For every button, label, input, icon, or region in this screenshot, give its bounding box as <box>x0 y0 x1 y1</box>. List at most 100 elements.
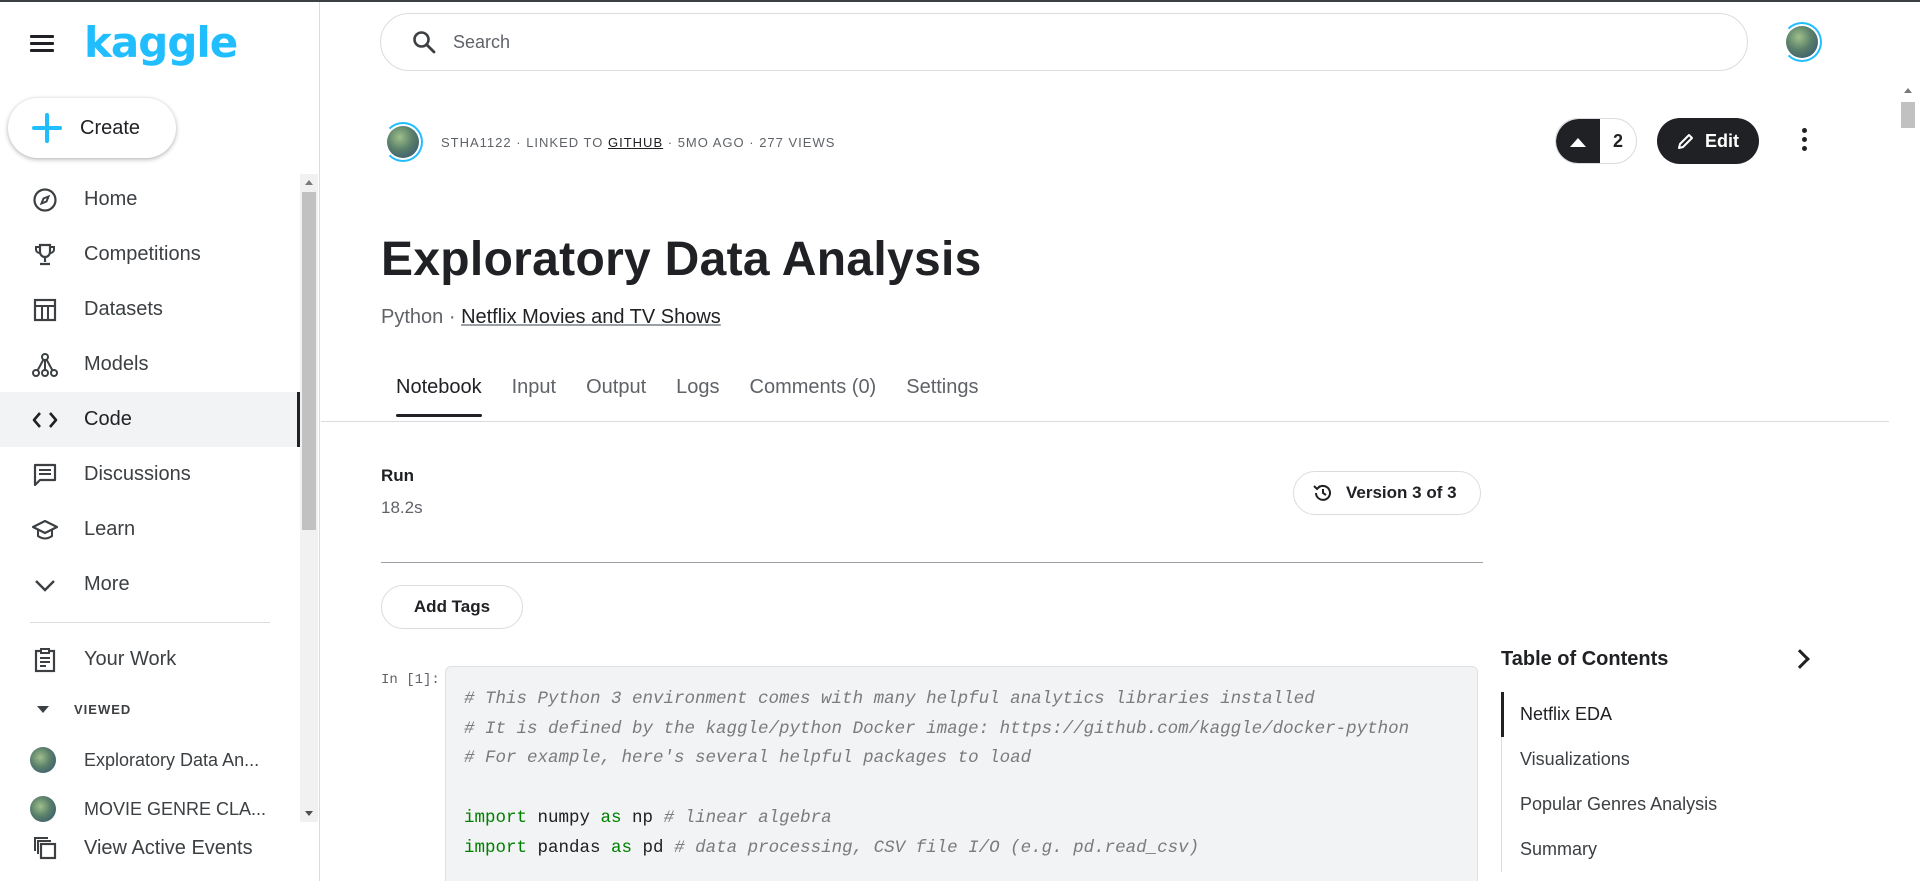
sidebar-item-label: View Active Events <box>84 836 253 859</box>
toc-item-popular-genres[interactable]: Popular Genres Analysis <box>1501 782 1801 827</box>
author-name[interactable]: STHA1122 <box>441 135 512 150</box>
sidebar-item-models[interactable]: Models <box>0 337 300 392</box>
arrow-up-icon <box>1570 137 1586 147</box>
viewed-item[interactable]: Exploratory Data An... <box>0 740 300 780</box>
sidebar-item-competitions[interactable]: Competitions <box>0 227 300 282</box>
tab-comments[interactable]: Comments (0) <box>735 376 877 417</box>
viewed-header: VIEWED <box>74 702 132 717</box>
user-avatar[interactable] <box>1782 22 1822 62</box>
tab-logs[interactable]: Logs <box>661 376 719 417</box>
table-icon <box>30 295 60 325</box>
sidebar-item-home[interactable]: Home <box>0 172 300 227</box>
page-title: Exploratory Data Analysis <box>381 233 982 286</box>
viewed-item-title: MOVIE GENRE CLA... <box>84 798 267 819</box>
upvote-button[interactable] <box>1556 119 1600 163</box>
search-icon <box>413 31 436 54</box>
github-link[interactable]: GITHUB <box>608 135 663 150</box>
more-options-icon[interactable] <box>1799 128 1809 156</box>
edit-button[interactable]: Edit <box>1657 118 1759 164</box>
author-avatar[interactable] <box>383 122 423 162</box>
scrollbar-thumb[interactable] <box>302 192 316 530</box>
add-tags-button[interactable]: Add Tags <box>381 585 523 629</box>
sidebar-scrollbar[interactable] <box>300 174 318 822</box>
meta-text: STHA1122 · LINKED TO GITHUB · 5MO AGO · … <box>441 135 835 150</box>
sidebar-item-discussions[interactable]: Discussions <box>0 447 300 502</box>
code-token: # This Python 3 environment comes with m… <box>464 689 1315 709</box>
code-token: # For example, here's several helpful pa… <box>464 748 1032 769</box>
chevron-down-icon <box>30 570 60 600</box>
code-token: as <box>611 837 633 858</box>
search-bar[interactable] <box>380 13 1748 71</box>
tabs-divider <box>321 421 1889 422</box>
version-button[interactable]: Version 3 of 3 <box>1293 471 1481 515</box>
toc-list: Netflix EDA Visualizations Popular Genre… <box>1501 692 1801 872</box>
sidebar-item-label: Competitions <box>84 243 201 265</box>
tab-output[interactable]: Output <box>571 376 646 417</box>
sidebar-item-active-events[interactable]: View Active Events <box>0 830 300 866</box>
menu-icon[interactable] <box>30 32 58 58</box>
sidebar-item-label: Discussions <box>84 463 191 485</box>
create-button[interactable]: Create <box>8 98 176 158</box>
linked-prefix: · LINKED TO <box>516 134 604 150</box>
code-token: numpy <box>527 807 601 828</box>
tab-notebook[interactable]: Notebook <box>381 376 482 417</box>
code-token: np <box>621 807 664 828</box>
code-line <box>464 774 1459 804</box>
code-line: # For example, here's several helpful pa… <box>464 744 1459 774</box>
compass-icon <box>30 185 60 215</box>
code-line: # This Python 3 environment comes with m… <box>464 685 1459 715</box>
code-cell[interactable]: # This Python 3 environment comes with m… <box>445 666 1478 881</box>
kaggle-logo[interactable]: kaggle <box>84 18 238 67</box>
viewed-item-title: Exploratory Data An... <box>84 749 260 770</box>
sidebar-item-label: Models <box>84 353 149 375</box>
sidebar-item-more[interactable]: More <box>0 557 300 612</box>
toc-item-summary[interactable]: Summary <box>1501 827 1801 872</box>
sidebar-item-code[interactable]: Code <box>0 392 300 447</box>
scroll-up-icon[interactable] <box>1904 88 1912 93</box>
notebook-tabs: Notebook Input Output Logs Comments (0) … <box>381 376 1009 417</box>
plus-icon <box>30 111 64 145</box>
sidebar-item-label: Home <box>84 188 138 210</box>
scrollbar-thumb[interactable] <box>1901 102 1915 128</box>
viewed-section-toggle[interactable]: VIEWED <box>30 702 131 717</box>
scroll-up-icon[interactable] <box>305 180 313 185</box>
code-token: pd <box>632 837 675 858</box>
code-token: as <box>600 807 622 828</box>
scroll-down-icon[interactable] <box>305 811 313 816</box>
sidebar-divider <box>30 622 270 623</box>
tab-settings[interactable]: Settings <box>891 376 978 417</box>
code-token: # data processing, CSV file I/O (e.g. pd… <box>674 837 1200 858</box>
code-token: import <box>464 807 528 828</box>
sidebar-item-label: Code <box>84 408 132 430</box>
toc-item-netflix-eda[interactable]: Netflix EDA <box>1501 692 1801 737</box>
sidebar-item-learn[interactable]: Learn <box>0 502 300 557</box>
tab-input[interactable]: Input <box>497 376 556 417</box>
search-input[interactable] <box>453 31 1653 53</box>
history-icon <box>1313 484 1331 501</box>
code-line: # It is defined by the kaggle/python Doc… <box>464 715 1459 745</box>
page-scrollbar[interactable] <box>1898 82 1918 881</box>
code-token: import <box>464 837 528 858</box>
school-icon <box>30 515 60 545</box>
create-label: Create <box>80 116 141 139</box>
vote-count[interactable]: 2 <box>1600 119 1636 163</box>
upvote-control: 2 <box>1555 118 1637 164</box>
viewed-item[interactable]: MOVIE GENRE CLA... <box>0 789 300 829</box>
toc-item-visualizations[interactable]: Visualizations <box>1501 737 1801 782</box>
section-divider <box>381 562 1483 563</box>
dataset-link[interactable]: Netflix Movies and TV Shows <box>461 306 721 328</box>
sidebar: kaggle Create Home Competitions Datasets <box>0 2 320 881</box>
notebook-meta: STHA1122 · LINKED TO GITHUB · 5MO AGO · … <box>383 122 835 162</box>
code-token: # It is defined by the kaggle/python Doc… <box>464 718 1410 739</box>
avatar <box>30 747 56 773</box>
sidebar-item-label: Learn <box>84 518 136 540</box>
notebook-subtitle: Python · Netflix Movies and TV Shows <box>381 306 721 329</box>
sidebar-item-label: Your Work <box>84 648 177 670</box>
version-label: Version 3 of 3 <box>1346 483 1457 502</box>
separator: · <box>448 306 456 328</box>
edit-label: Edit <box>1705 130 1739 151</box>
sidebar-item-your-work[interactable]: Your Work <box>0 632 300 687</box>
code-line: import numpy as np # linear algebra <box>464 804 1459 834</box>
sidebar-item-datasets[interactable]: Datasets <box>0 282 300 337</box>
